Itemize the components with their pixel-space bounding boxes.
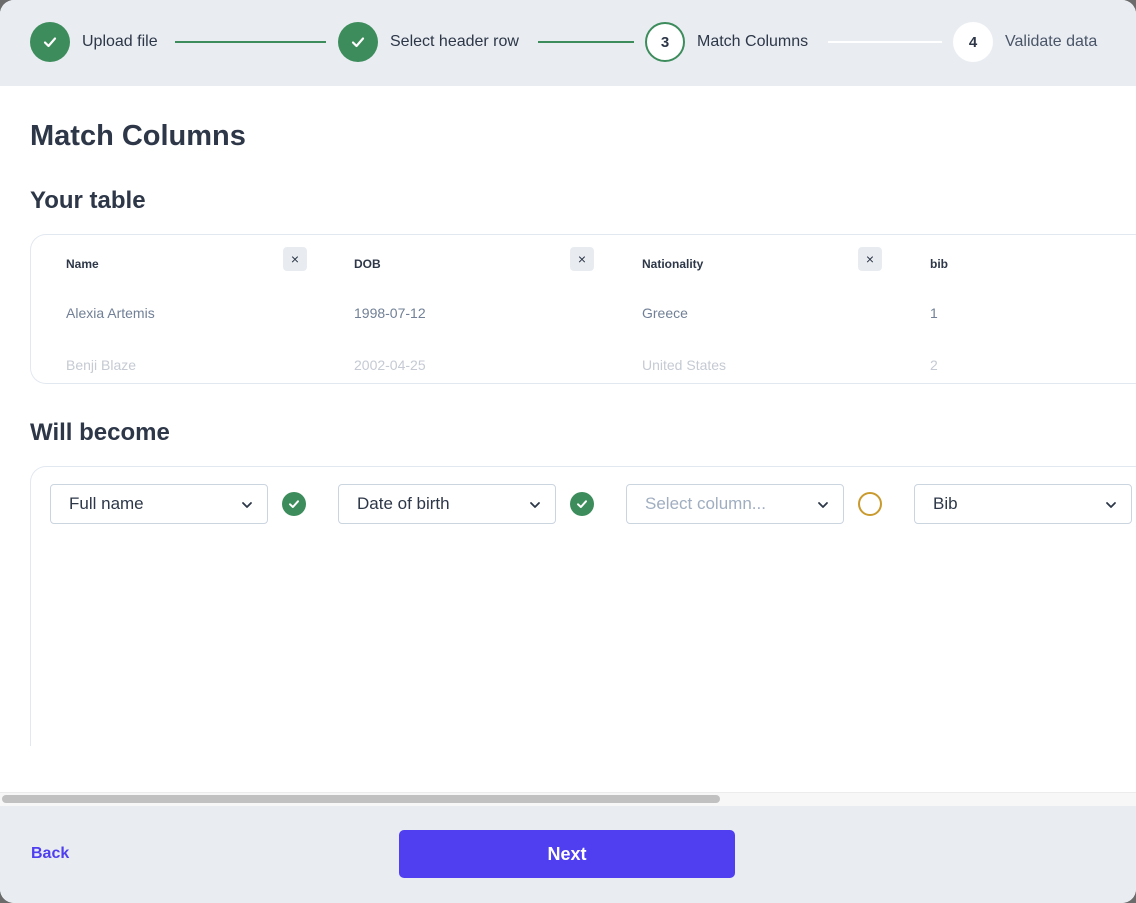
step-connector	[175, 41, 326, 43]
column-header-nationality: Nationality	[642, 257, 704, 271]
step-3-label: Match Columns	[697, 33, 809, 50]
step-connector	[828, 41, 942, 43]
chevron-down-icon	[530, 502, 540, 508]
select-placeholder: Select column...	[645, 494, 766, 513]
table-cell: United States	[642, 357, 727, 373]
unmatched-circle-icon	[858, 492, 882, 516]
column-select-bib[interactable]: Bib	[914, 484, 1132, 524]
scrollbar-thumb[interactable]	[2, 795, 720, 803]
source-table: Name × DOB × Nationality × bib Alexia Ar…	[30, 234, 1136, 384]
chevron-down-icon	[818, 502, 828, 508]
your-table-heading: Your table	[30, 187, 146, 214]
table-cell: Alexia Artemis	[66, 305, 155, 321]
table-cell: 2	[930, 357, 938, 373]
next-button[interactable]: Next	[399, 830, 735, 878]
table-cell: 1	[930, 305, 938, 321]
table-cell: 1998-07-12	[354, 305, 426, 321]
column-select-name[interactable]: Full name	[50, 484, 268, 524]
match-columns-modal: Upload file Select header row 3 Match Co…	[0, 0, 1136, 903]
chevron-down-icon	[1106, 502, 1116, 508]
will-become-heading: Will become	[30, 419, 170, 446]
column-header-dob: DOB	[354, 257, 381, 271]
table-cell: Benji Blaze	[66, 357, 137, 373]
column-header-bib: bib	[930, 257, 948, 271]
select-value: Full name	[69, 494, 144, 513]
remove-column-dob-close-icon[interactable]: ×	[570, 247, 594, 271]
step-4-number: 4	[953, 22, 993, 62]
step-1-check-icon	[30, 22, 70, 62]
matched-check-icon	[282, 492, 306, 516]
remove-column-nationality-close-icon[interactable]: ×	[858, 247, 882, 271]
table-cell: 2002-04-25	[354, 357, 426, 373]
page-title: Match Columns	[30, 120, 246, 152]
column-header-name: Name	[66, 257, 99, 271]
select-value: Date of birth	[357, 494, 450, 513]
table-cell: Greece	[642, 305, 688, 321]
step-2-check-icon	[338, 22, 378, 62]
step-1-label: Upload file	[82, 33, 158, 50]
step-3-number: 3	[645, 22, 685, 62]
column-select-nationality[interactable]: Select column...	[626, 484, 844, 524]
remove-column-name-close-icon[interactable]: ×	[283, 247, 307, 271]
stepper: Upload file Select header row 3 Match Co…	[0, 0, 1136, 86]
step-connector	[538, 41, 634, 43]
chevron-down-icon	[242, 502, 252, 508]
matched-check-icon	[570, 492, 594, 516]
step-2-label: Select header row	[390, 33, 519, 50]
column-select-dob[interactable]: Date of birth	[338, 484, 556, 524]
select-value: Bib	[933, 494, 958, 513]
step-4-label: Validate data	[1005, 33, 1098, 50]
back-button[interactable]: Back	[31, 845, 69, 863]
